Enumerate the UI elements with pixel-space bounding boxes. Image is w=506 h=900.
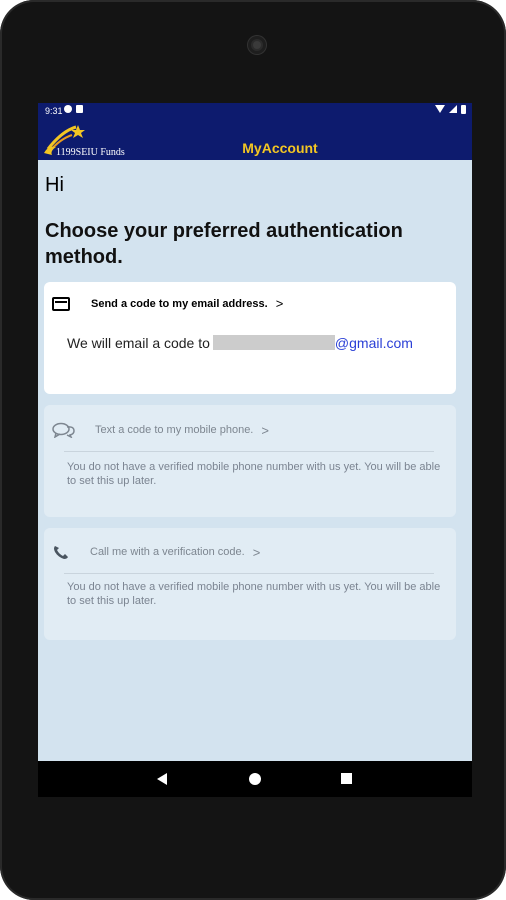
email-icon <box>52 296 70 311</box>
phone-icon <box>54 546 68 559</box>
battery-icon <box>461 105 466 114</box>
home-icon[interactable] <box>249 773 261 785</box>
divider <box>64 573 434 574</box>
wifi-icon <box>435 105 445 113</box>
redacted-email-user <box>212 335 335 350</box>
back-icon[interactable] <box>157 773 167 785</box>
call-option-card[interactable]: Call me with a verification code. > You … <box>44 528 456 640</box>
text-option-label: Text a code to my mobile phone. <box>95 424 254 436</box>
status-bar: 9:31 <box>38 103 472 119</box>
front-camera <box>248 36 266 54</box>
text-option-description: You do not have a verified mobile phone … <box>67 461 441 487</box>
chevron-right-icon: > <box>261 422 269 438</box>
page-title: MyAccount <box>242 140 318 156</box>
data-saver-icon <box>64 105 72 113</box>
email-prefix: We will email a code to <box>67 335 210 351</box>
signal-icon <box>449 105 457 113</box>
app-bar: 1199SEIU Funds MyAccount <box>38 119 472 160</box>
sim-icon <box>76 105 83 113</box>
chevron-right-icon: > <box>275 296 284 311</box>
chevron-right-icon: > <box>252 544 261 560</box>
email-option-label: Send a code to my email address. <box>91 297 268 310</box>
email-info: We will email a code to @gmail.com <box>67 335 413 351</box>
recents-icon[interactable] <box>341 773 352 784</box>
app-screen: 9:31 1199SEIU Funds MyAccount Hi Choose … <box>38 103 472 797</box>
call-option-description: You do not have a verified mobile phone … <box>67 581 441 607</box>
email-domain: @gmail.com <box>334 335 413 351</box>
android-nav-bar <box>38 761 472 797</box>
greeting: Hi <box>45 174 64 196</box>
email-option-card[interactable]: Send a code to my email address. > We wi… <box>44 282 456 394</box>
divider <box>64 451 434 452</box>
text-option-card[interactable]: Text a code to my mobile phone. > You do… <box>44 405 456 517</box>
status-time: 9:31 <box>45 106 63 116</box>
chat-icon <box>52 422 75 438</box>
call-option-label: Call me with a verification code. <box>90 546 245 558</box>
auth-method-heading: Choose your preferred authentication met… <box>45 220 403 268</box>
